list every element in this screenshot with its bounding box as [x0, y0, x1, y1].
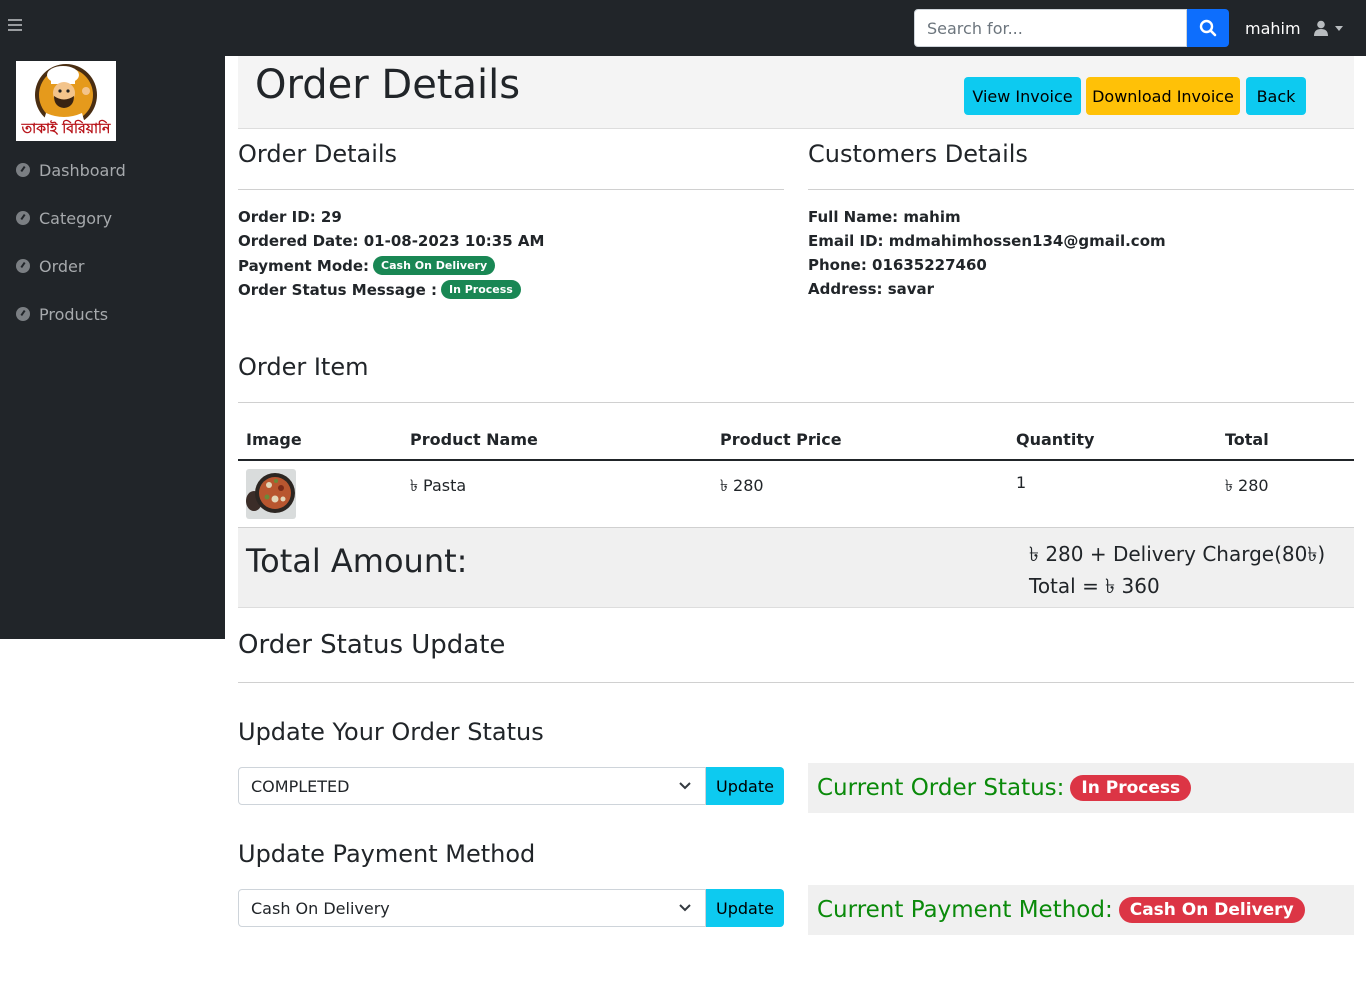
- product-image: [246, 469, 296, 519]
- dashboard-icon: [16, 307, 30, 321]
- payment-method-select[interactable]: Cash On Delivery: [238, 889, 706, 927]
- table-header-border: [238, 459, 1354, 461]
- status-badge: In Process: [440, 280, 521, 299]
- current-order-status-label: Current Order Status:: [817, 775, 1065, 801]
- user-menu[interactable]: mahim: [1245, 16, 1343, 40]
- order-status-message: Order Status Message : In Process: [238, 280, 521, 299]
- product-name: ৳ Pasta: [410, 476, 467, 495]
- divider: [238, 402, 1354, 403]
- sidebar: তাকাই বিরিয়ানি Dashboard Category Order…: [0, 56, 225, 639]
- sidebar-item-label: Products: [39, 304, 109, 324]
- customer-email: Email ID: mdmahimhossen134@gmail.com: [808, 232, 1166, 250]
- payment-mode: Payment Mode: Cash On Delivery: [238, 256, 496, 275]
- column-header-product-name: Product Name: [410, 430, 538, 449]
- sidebar-item-dashboard[interactable]: Dashboard: [16, 158, 126, 182]
- search-button[interactable]: [1187, 9, 1229, 47]
- back-button[interactable]: Back: [1246, 77, 1306, 115]
- product-price: ৳ 280: [720, 476, 764, 495]
- total-amount-box: Total Amount: ৳ 280 + Delivery Charge(80…: [238, 528, 1354, 608]
- download-invoice-button[interactable]: Download Invoice: [1086, 77, 1240, 115]
- page-header: Order Details View Invoice Download Invo…: [238, 56, 1354, 129]
- order-status-selected: COMPLETED: [251, 776, 350, 796]
- sidebar-item-label: Dashboard: [39, 160, 126, 180]
- grand-total: Total = ৳ 360: [1029, 574, 1160, 598]
- sidebar-item-label: Order: [39, 256, 85, 276]
- username: mahim: [1245, 18, 1301, 38]
- customer-name: Full Name: mahim: [808, 208, 961, 226]
- divider: [238, 682, 1354, 683]
- column-header-product-price: Product Price: [720, 430, 842, 449]
- dashboard-icon: [16, 211, 30, 225]
- sidebar-item-order[interactable]: Order: [16, 254, 84, 278]
- order-status-update-heading: Order Status Update: [238, 630, 506, 660]
- total-amount-label: Total Amount:: [246, 542, 468, 580]
- column-header-total: Total: [1225, 430, 1269, 449]
- update-order-status-heading: Update Your Order Status: [238, 718, 544, 746]
- order-status-select[interactable]: COMPLETED: [238, 767, 706, 805]
- payment-mode-label: Payment Mode:: [238, 256, 370, 275]
- chevron-down-icon: [679, 904, 691, 912]
- current-order-status-badge: In Process: [1070, 775, 1192, 801]
- top-navbar: mahim: [0, 0, 1366, 56]
- divider: [238, 189, 784, 190]
- sidebar-item-products[interactable]: Products: [16, 302, 108, 326]
- user-icon: [1313, 20, 1329, 36]
- product-quantity: 1: [1016, 473, 1027, 492]
- dashboard-icon: [16, 163, 30, 177]
- sidebar-item-label: Category: [39, 208, 113, 228]
- chevron-down-icon: [679, 782, 691, 790]
- current-order-status-box: Current Order Status: In Process: [808, 763, 1354, 813]
- update-order-status-button[interactable]: Update: [706, 767, 784, 805]
- payment-mode-badge: Cash On Delivery: [373, 256, 496, 275]
- dashboard-icon: [16, 259, 30, 273]
- ordered-date: Ordered Date: 01-08-2023 10:35 AM: [238, 232, 545, 250]
- product-total: ৳ 280: [1225, 476, 1269, 495]
- update-payment-method-button[interactable]: Update: [706, 889, 784, 927]
- payment-method-selected: Cash On Delivery: [251, 898, 390, 918]
- customer-phone: Phone: 01635227460: [808, 256, 987, 274]
- order-id: Order ID: 29: [238, 208, 342, 226]
- customer-details-heading: Customers Details: [808, 140, 1028, 168]
- column-header-image: Image: [246, 430, 302, 449]
- menu-toggle-icon[interactable]: [8, 19, 22, 37]
- search-group: [914, 9, 1229, 47]
- customer-address: Address: savar: [808, 280, 935, 298]
- status-message-label: Order Status Message :: [238, 280, 437, 299]
- column-header-quantity: Quantity: [1016, 430, 1095, 449]
- logo[interactable]: তাকাই বিরিয়ানি: [16, 61, 116, 141]
- page-title: Order Details: [255, 62, 521, 108]
- search-input[interactable]: [914, 9, 1187, 47]
- sidebar-item-category[interactable]: Category: [16, 206, 112, 230]
- view-invoice-button[interactable]: View Invoice: [964, 77, 1081, 115]
- current-payment-method-badge: Cash On Delivery: [1118, 897, 1305, 923]
- order-details-heading: Order Details: [238, 140, 398, 168]
- logo-text: তাকাই বিরিয়ানি: [21, 121, 111, 137]
- total-breakdown: ৳ 280 + Delivery Charge(80৳): [1029, 542, 1326, 566]
- update-payment-method-heading: Update Payment Method: [238, 840, 536, 868]
- chevron-down-icon: [1334, 25, 1343, 31]
- divider: [808, 189, 1354, 190]
- search-icon: [1199, 19, 1217, 37]
- order-item-heading: Order Item: [238, 353, 369, 381]
- current-payment-method-label: Current Payment Method:: [817, 897, 1113, 923]
- current-payment-method-box: Current Payment Method: Cash On Delivery: [808, 885, 1354, 935]
